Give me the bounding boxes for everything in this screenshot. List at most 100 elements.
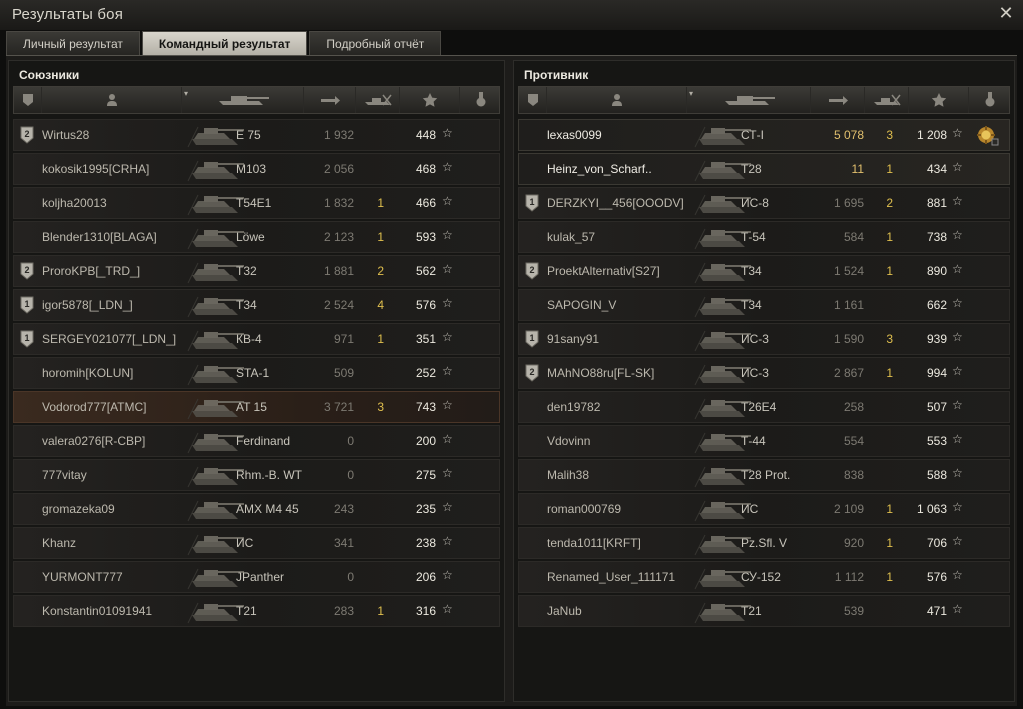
damage-value: 1 161 [833, 298, 864, 312]
tab-personal-result[interactable]: Личный результат [6, 31, 140, 55]
player-row[interactable]: SAPOGIN_V T34 1 161 662 ☆ [518, 289, 1010, 321]
medal-icon[interactable] [975, 124, 999, 146]
kills-column-icon[interactable] [356, 87, 400, 113]
player-name: SERGEY021077[_LDN_] [42, 332, 177, 346]
star-icon: ☆ [952, 160, 963, 174]
star-icon: ☆ [442, 602, 453, 616]
star-icon: ☆ [442, 262, 453, 276]
xp-value: 471 [926, 604, 947, 618]
player-row[interactable]: Heinz_von_Scharf.. T28 11 1 434 ☆ [518, 153, 1010, 185]
player-name: Wirtus28 [42, 128, 90, 142]
player-row[interactable]: Vodorod777[ATMC] AT 15 3 721 3 743 ☆ [13, 391, 500, 423]
enemies-title: Противник [524, 68, 589, 82]
medals-column-icon[interactable] [969, 87, 1011, 113]
player-row[interactable]: 1 91sany91 ИС-3 1 590 3 939 ☆ [518, 323, 1010, 355]
player-row[interactable]: den19782 T26E4 258 507 ☆ [518, 391, 1010, 423]
kills-value: 2 [377, 264, 384, 278]
star-icon: ☆ [952, 228, 963, 242]
player-column-icon[interactable] [42, 87, 182, 113]
xp-value: 939 [926, 332, 947, 346]
player-row[interactable]: koljha20013 T54E1 1 832 1 466 ☆ [13, 187, 500, 219]
player-name: JaNub [547, 604, 582, 618]
player-name: valera0276[R-CBP] [42, 434, 146, 448]
player-name: DERZKYI__456[OOODV] [547, 196, 684, 210]
player-row[interactable]: YURMONT777 JPanther 0 206 ☆ [13, 561, 500, 593]
damage-value: 341 [333, 536, 354, 550]
damage-value: 0 [347, 468, 354, 482]
player-row[interactable]: tenda1011[KRFT] Pz.Sfl. V 920 1 706 ☆ [518, 527, 1010, 559]
xp-value: 588 [926, 468, 947, 482]
vehicle-name: E 75 [236, 128, 261, 142]
player-row[interactable]: 1 SERGEY021077[_LDN_] КВ-4 971 1 351 ☆ [13, 323, 500, 355]
vehicle-name: AT 15 [236, 400, 267, 414]
player-row[interactable]: 2 ProektAlternativ[S27] T34 1 524 1 890 ☆ [518, 255, 1010, 287]
xp-column-icon[interactable] [400, 87, 460, 113]
star-icon: ☆ [442, 194, 453, 208]
star-icon: ☆ [442, 534, 453, 548]
player-row[interactable]: JaNub T21 539 471 ☆ [518, 595, 1010, 627]
xp-value: 466 [415, 196, 436, 210]
squad-badge-icon: 1 [20, 296, 34, 314]
vehicle-column-icon[interactable]: ▾ [182, 87, 304, 113]
close-icon[interactable]: ✕ [997, 4, 1015, 22]
player-name: MAhNO88ru[FL-SK] [547, 366, 655, 380]
damage-column-icon[interactable] [811, 87, 865, 113]
damage-value: 1 695 [833, 196, 864, 210]
damage-value: 2 109 [833, 502, 864, 516]
star-icon: ☆ [952, 330, 963, 344]
player-row[interactable]: Renamed_User_111171 СУ-152 1 112 1 576 ☆ [518, 561, 1010, 593]
damage-value: 0 [347, 434, 354, 448]
player-row[interactable]: 1 igor5878[_LDN_] T34 2 524 4 576 ☆ [13, 289, 500, 321]
star-icon: ☆ [952, 500, 963, 514]
kills-value: 1 [886, 264, 893, 278]
squad-column-icon[interactable] [519, 87, 547, 113]
vehicle-name: T21 [741, 604, 762, 618]
svg-text:2: 2 [529, 367, 534, 377]
squad-column-icon[interactable] [14, 87, 42, 113]
player-name: Vdovinn [547, 434, 591, 448]
player-row[interactable]: 777vitay Rhm.-B. WT 0 275 ☆ [13, 459, 500, 491]
star-icon: ☆ [442, 126, 453, 140]
player-row[interactable]: roman000769 ИС 2 109 1 1 063 ☆ [518, 493, 1010, 525]
tab-team-result[interactable]: Командный результат [141, 31, 308, 55]
xp-value: 1 063 [916, 502, 947, 516]
xp-value: 576 [415, 298, 436, 312]
player-row[interactable]: 1 DERZKYI__456[OOODV] ИС-8 1 695 2 881 ☆ [518, 187, 1010, 219]
damage-value: 283 [333, 604, 354, 618]
player-row[interactable]: kokosik1995[CRHA] M103 2 056 468 ☆ [13, 153, 500, 185]
vehicle-name: ИС [236, 536, 254, 550]
vehicle-name: T34 [741, 264, 762, 278]
player-row[interactable]: valera0276[R-CBP] Ferdinand 0 200 ☆ [13, 425, 500, 457]
xp-value: 553 [926, 434, 947, 448]
player-row[interactable]: 2 ProroKPB[_TRD_] T32 1 881 2 562 ☆ [13, 255, 500, 287]
xp-value: 448 [415, 128, 436, 142]
star-icon: ☆ [442, 568, 453, 582]
player-row[interactable]: lexas0099 СТ-I 5 078 3 1 208 ☆ [518, 119, 1010, 151]
medals-column-icon[interactable] [460, 87, 501, 113]
player-column-icon[interactable] [547, 87, 687, 113]
star-icon: ☆ [442, 228, 453, 242]
xp-value: 235 [415, 502, 436, 516]
vehicle-name: Pz.Sfl. V [741, 536, 788, 550]
allies-title: Союзники [19, 68, 80, 82]
kills-column-icon[interactable] [865, 87, 909, 113]
player-row[interactable]: gromazeka09 AMX M4 45 243 235 ☆ [13, 493, 500, 525]
vehicle-name: Т-54 [741, 230, 766, 244]
player-row[interactable]: Konstantin01091941 T21 283 1 316 ☆ [13, 595, 500, 627]
player-row[interactable]: Blender1310[BLAGA] Löwe 2 123 1 593 ☆ [13, 221, 500, 253]
player-row[interactable]: horomih[KOLUN] STA-1 509 252 ☆ [13, 357, 500, 389]
player-row[interactable]: Vdovinn Т-44 554 553 ☆ [518, 425, 1010, 457]
vehicle-name: T54E1 [236, 196, 272, 210]
player-row[interactable]: Khanz ИС 341 238 ☆ [13, 527, 500, 559]
xp-column-icon[interactable] [909, 87, 969, 113]
damage-column-icon[interactable] [304, 87, 356, 113]
tab-detailed-report[interactable]: Подробный отчёт [309, 31, 442, 55]
vehicle-column-icon[interactable]: ▾ [687, 87, 811, 113]
player-row[interactable]: kulak_57 Т-54 584 1 738 ☆ [518, 221, 1010, 253]
player-name: roman000769 [547, 502, 622, 516]
player-row[interactable]: 2 Wirtus28 E 75 1 932 448 ☆ [13, 119, 500, 151]
player-row[interactable]: Malih38 T28 Prot. 838 588 ☆ [518, 459, 1010, 491]
player-row[interactable]: 2 MAhNO88ru[FL-SK] ИС-3 2 867 1 994 ☆ [518, 357, 1010, 389]
vehicle-name: ИС-3 [741, 332, 769, 346]
star-icon: ☆ [952, 194, 963, 208]
